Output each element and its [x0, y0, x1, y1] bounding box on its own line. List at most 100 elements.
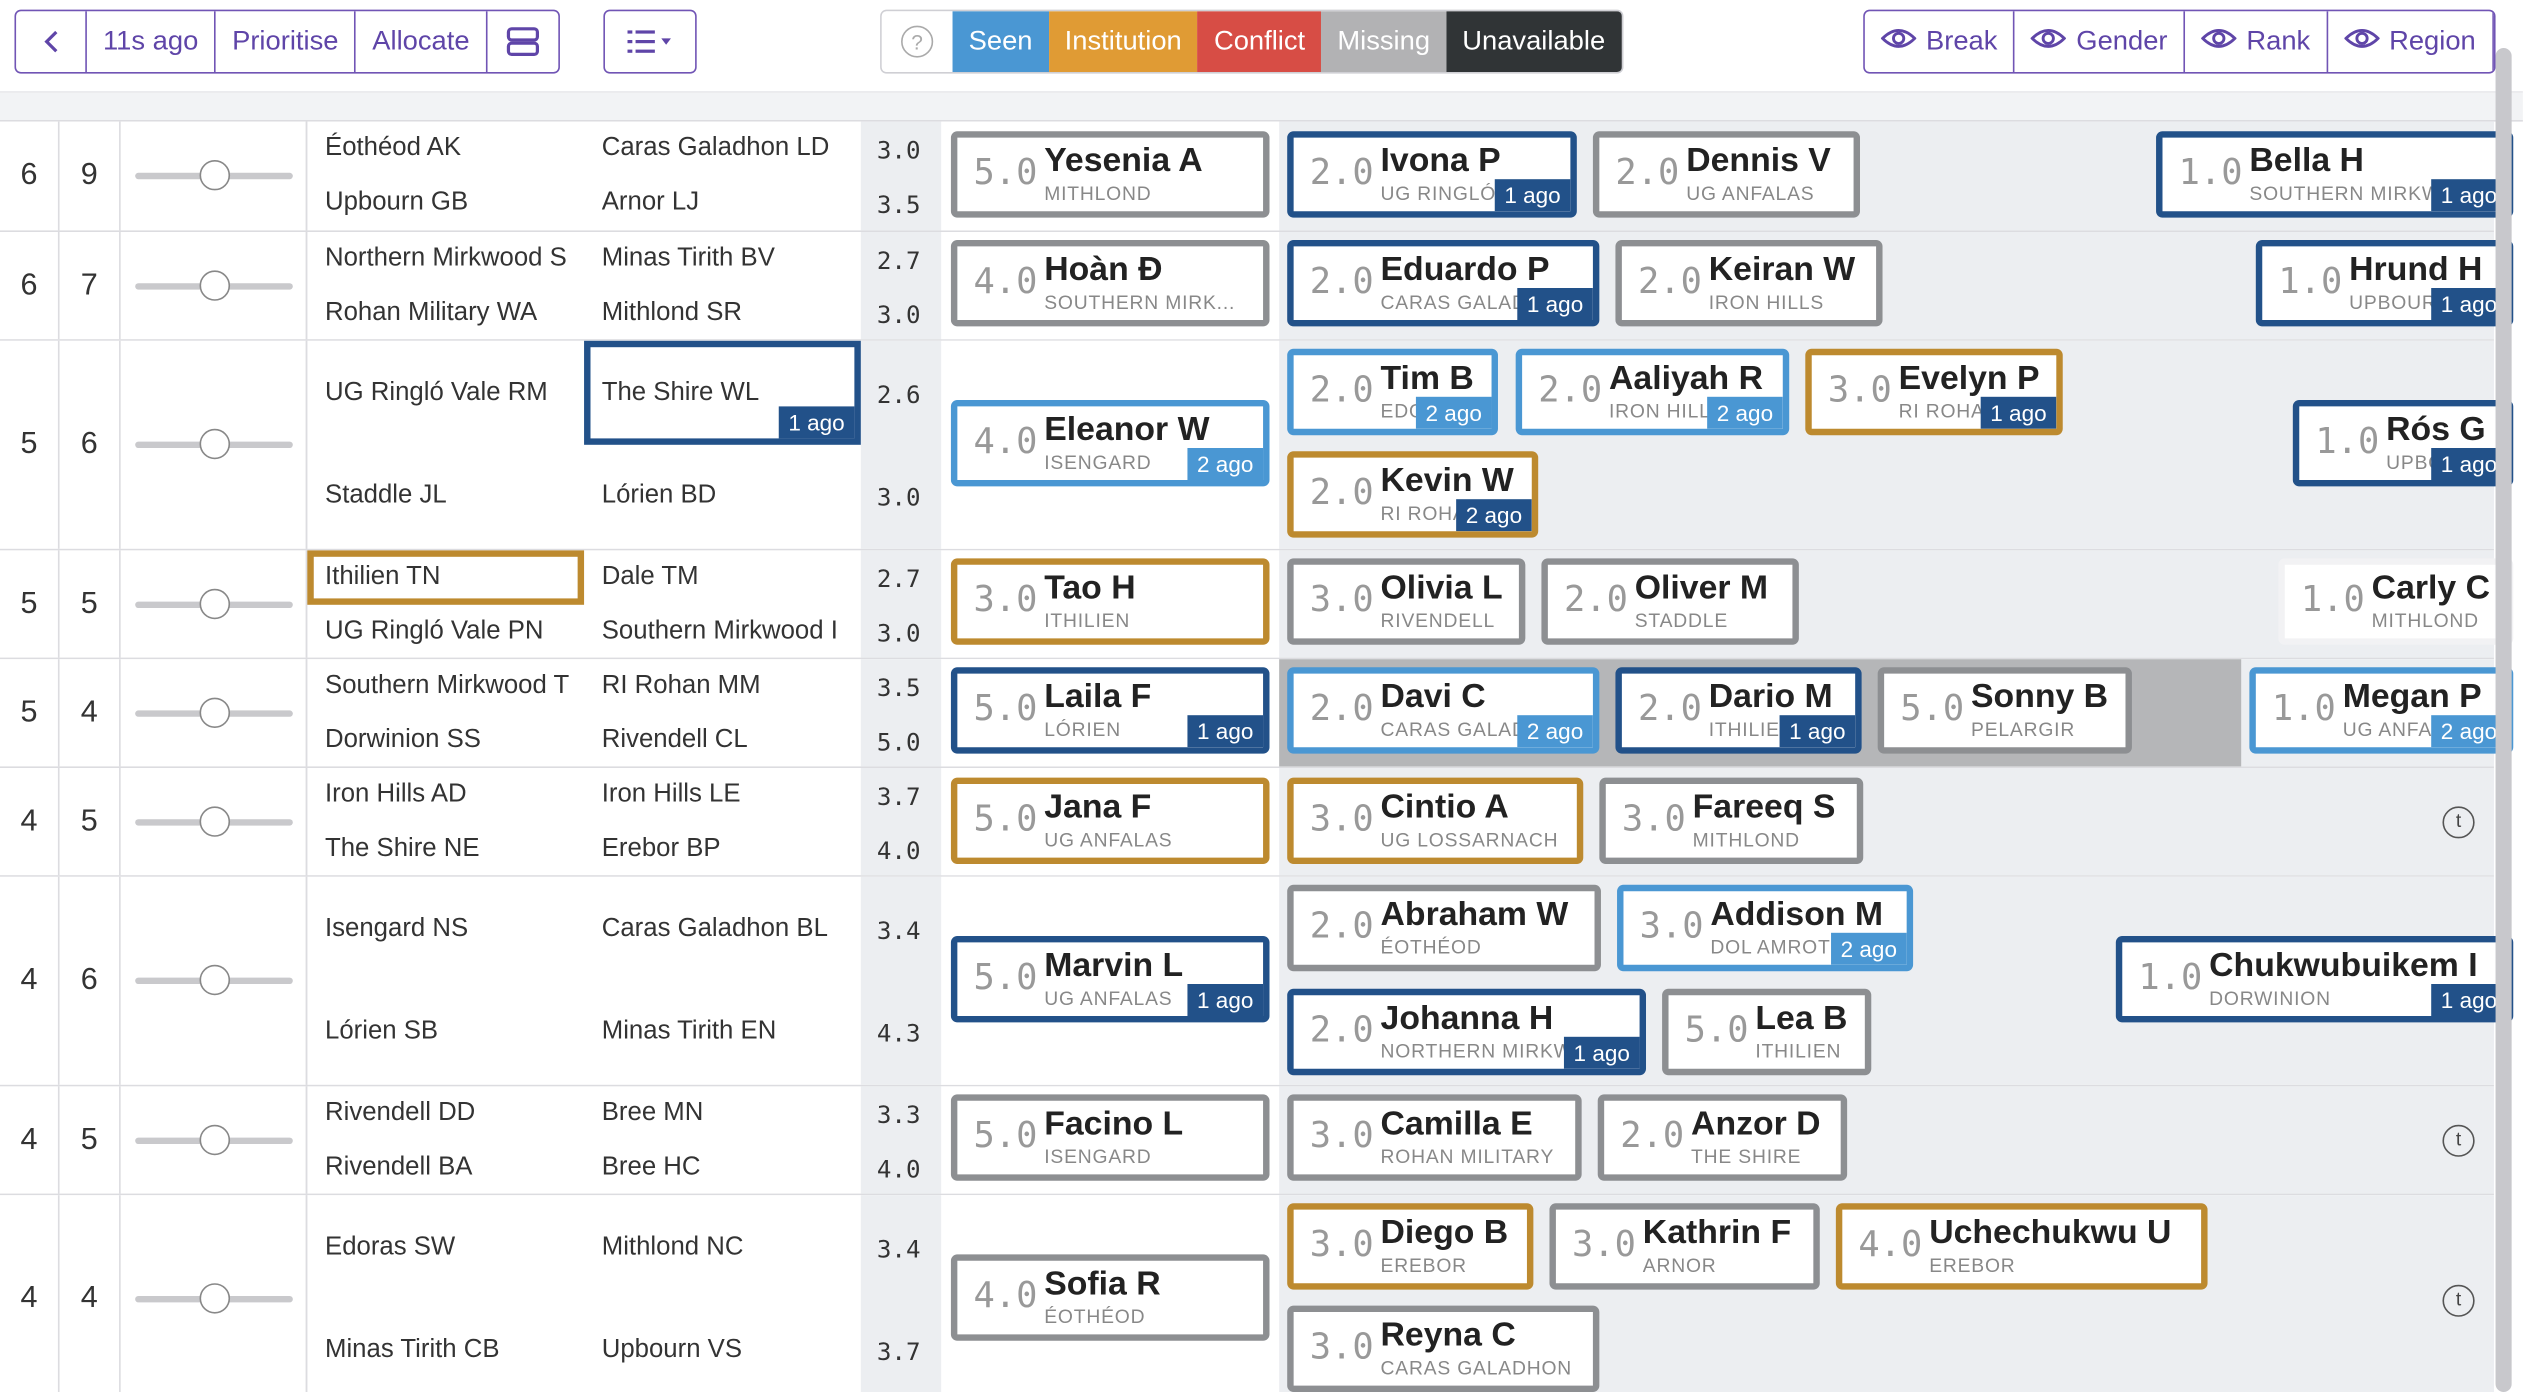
- team-name[interactable]: Minas Tirith EN: [602, 1011, 856, 1053]
- team-name[interactable]: Southern Mirkwood T: [325, 666, 582, 708]
- panel-adjudicator-card[interactable]: 3.0 Olivia L RIVENDELL: [1287, 558, 1526, 645]
- team-name[interactable]: Iron Hills AD: [325, 774, 582, 816]
- slider-handle[interactable]: [198, 805, 230, 836]
- priority-slider[interactable]: [134, 588, 293, 619]
- key-missing[interactable]: Missing: [1321, 11, 1447, 72]
- gender-toggle-button[interactable]: Gender: [2015, 11, 2186, 72]
- team-name[interactable]: Upbourn VS: [602, 1330, 856, 1372]
- last-updated-button[interactable]: 11s ago: [87, 11, 216, 72]
- region-toggle-button[interactable]: Region: [2328, 11, 2494, 72]
- slider-handle[interactable]: [198, 428, 230, 460]
- panel-adjudicator-card[interactable]: 2.0 Dario M ITHILIE 1 ago: [1615, 667, 1862, 754]
- team-name[interactable]: Bree HC: [602, 1147, 856, 1189]
- panel-adjudicator-card[interactable]: 3.0 Addison M DOL AMROT 2 ago: [1617, 884, 1914, 972]
- team-name[interactable]: Rohan Military WA: [325, 293, 582, 335]
- team-name[interactable]: The Shire NE: [325, 829, 582, 871]
- panel-adjudicator-card[interactable]: 3.0 Camilla E ROHAN MILITARY: [1287, 1094, 1582, 1181]
- team-name[interactable]: Erebor BP: [602, 829, 856, 871]
- key-unavailable[interactable]: Unavailable: [1446, 11, 1622, 72]
- team-name[interactable]: Arnor LJ: [602, 182, 856, 224]
- trainee-adjudicator-card[interactable]: 1.0 Chukwubuikem I DORWINION 1 ago: [2115, 936, 2514, 1023]
- chair-adjudicator-card[interactable]: 5.0 Yesenia A MITHLOND: [950, 131, 1270, 218]
- team-name[interactable]: Dale TM: [602, 557, 856, 599]
- help-button[interactable]: ?: [881, 11, 953, 72]
- team-name[interactable]: Isengard NS: [325, 909, 582, 951]
- chair-adjudicator-card[interactable]: 3.0 Tao H ITHILIEN: [950, 558, 1270, 645]
- team-name[interactable]: Dorwinion SS: [325, 720, 582, 762]
- slider-handle[interactable]: [198, 964, 230, 996]
- trainee-adjudicator-card[interactable]: 1.0 Rós G UPBO 1 ago: [2292, 400, 2514, 487]
- team-name[interactable]: Lórien BD: [602, 475, 856, 517]
- break-toggle-button[interactable]: Break: [1865, 11, 2016, 72]
- team-name[interactable]: Mithlond NC: [602, 1227, 856, 1269]
- panel-adjudicator-card[interactable]: 2.0 Kevin W RI ROHA 2 ago: [1287, 451, 1539, 538]
- team-name[interactable]: Mithlond SR: [602, 293, 856, 335]
- panel-adjudicator-card[interactable]: 2.0 Ivona P UG RINGLÓ 1 ago: [1287, 131, 1577, 218]
- priority-slider[interactable]: [134, 805, 293, 836]
- panel-adjudicator-card[interactable]: 3.0 Reyna C CARAS GALADHON: [1287, 1305, 1600, 1392]
- trainee-adjudicator-card[interactable]: 1.0 Megan P UG ANFA 2 ago: [2249, 667, 2514, 754]
- team-name[interactable]: Staddle JL: [325, 475, 582, 517]
- panel-adjudicator-card[interactable]: 2.0 Tim B EDO 2 ago: [1287, 348, 1498, 436]
- trainee-adjudicator-card[interactable]: 1.0 Bella H SOUTHERN MIRKW 1 ago: [2156, 131, 2514, 218]
- panel-adjudicator-card[interactable]: 5.0 Sonny B PELARGIR: [1877, 667, 2132, 754]
- panel-adjudicator-card[interactable]: 3.0 Diego B EREBOR: [1287, 1203, 1534, 1290]
- team-name[interactable]: UG Ringló Vale PN: [325, 611, 582, 653]
- slider-handle[interactable]: [198, 1283, 230, 1314]
- back-button[interactable]: [16, 11, 87, 72]
- slider-handle[interactable]: [198, 269, 230, 300]
- priority-slider[interactable]: [134, 1283, 293, 1314]
- panel-adjudicator-card[interactable]: 5.0 Lea B ITHILIEN: [1662, 988, 1872, 1076]
- team-name[interactable]: Southern Mirkwood I: [602, 611, 856, 653]
- panel-adjudicator-card[interactable]: 2.0 Abraham W ÉOTHÉOD: [1287, 884, 1601, 972]
- trainee-adjudicator-card[interactable]: 1.0 Hrund H UPBOUR 1 ago: [2255, 240, 2514, 327]
- team-name[interactable]: Rivendell CL: [602, 720, 856, 762]
- team-name[interactable]: Minas Tirith CB: [325, 1330, 582, 1372]
- key-institution[interactable]: Institution: [1048, 11, 1198, 72]
- panel-adjudicator-card[interactable]: 2.0 Eduardo P CARAS GALAD 1 ago: [1287, 240, 1600, 327]
- priority-slider[interactable]: [134, 696, 293, 728]
- team-name[interactable]: UG Ringló Vale RM: [325, 373, 582, 415]
- panel-adjudicator-card[interactable]: 3.0 Kathrin F ARNOR: [1549, 1203, 1820, 1290]
- priority-slider[interactable]: [134, 269, 293, 300]
- team-name[interactable]: Iron Hills LE: [602, 774, 856, 816]
- panel-adjudicator-card[interactable]: 2.0 Anzor D THE SHIRE: [1597, 1094, 1848, 1181]
- prioritise-button[interactable]: Prioritise: [216, 11, 357, 72]
- team-name[interactable]: Minas Tirith BV: [602, 238, 856, 280]
- team-name[interactable]: Lórien SB: [325, 1011, 582, 1053]
- sort-dropdown[interactable]: [603, 9, 697, 74]
- chair-adjudicator-card[interactable]: 4.0 Sofia R ÉOTHÉOD: [950, 1254, 1270, 1341]
- slider-handle[interactable]: [198, 696, 230, 728]
- team-name[interactable]: Rivendell BA: [325, 1147, 582, 1189]
- priority-slider[interactable]: [134, 964, 293, 996]
- scrollbar[interactable]: [2495, 48, 2512, 1392]
- panel-adjudicator-card[interactable]: 2.0 Keiran W IRON HILLS: [1615, 240, 1883, 327]
- priority-slider[interactable]: [134, 1124, 293, 1155]
- layout-toggle-button[interactable]: [487, 11, 558, 72]
- trainee-adjudicator-card[interactable]: 1.0 Carly C MITHLOND: [2278, 558, 2514, 645]
- rank-toggle-button[interactable]: Rank: [2185, 11, 2328, 72]
- key-conflict[interactable]: Conflict: [1197, 11, 1322, 72]
- chair-adjudicator-card[interactable]: 4.0 Eleanor W ISENGARD 2 ago: [950, 400, 1270, 487]
- team-name[interactable]: Éothéod AK: [325, 128, 582, 170]
- trainee-slot-icon[interactable]: t: [2442, 806, 2475, 839]
- slider-handle[interactable]: [198, 160, 230, 191]
- team-name[interactable]: The Shire WL 1 ago: [584, 340, 861, 445]
- team-name[interactable]: Bree MN: [602, 1093, 856, 1135]
- trainee-slot-icon[interactable]: t: [2442, 1124, 2475, 1157]
- team-name[interactable]: Rivendell DD: [325, 1093, 582, 1135]
- panel-adjudicator-card[interactable]: 2.0 Oliver M STADDLE: [1541, 558, 1799, 645]
- priority-slider[interactable]: [134, 160, 293, 191]
- panel-adjudicator-card[interactable]: 3.0 Cintio A UG LOSSARNACH: [1287, 777, 1584, 864]
- chair-adjudicator-card[interactable]: 5.0 Facino L ISENGARD: [950, 1094, 1270, 1181]
- chair-adjudicator-card[interactable]: 5.0 Marvin L UG ANFALAS 1 ago: [950, 936, 1270, 1023]
- trainee-slot-icon[interactable]: t: [2442, 1284, 2475, 1316]
- team-name[interactable]: RI Rohan MM: [602, 666, 856, 708]
- team-name[interactable]: Edoras SW: [325, 1227, 582, 1269]
- team-name[interactable]: Caras Galadhon BL: [602, 909, 856, 951]
- team-name[interactable]: Upbourn GB: [325, 182, 582, 224]
- slider-handle[interactable]: [198, 1124, 230, 1155]
- key-seen[interactable]: Seen: [952, 11, 1049, 72]
- slider-handle[interactable]: [198, 588, 230, 619]
- panel-adjudicator-card[interactable]: 4.0 Uchechukwu U EREBOR: [1835, 1203, 2208, 1290]
